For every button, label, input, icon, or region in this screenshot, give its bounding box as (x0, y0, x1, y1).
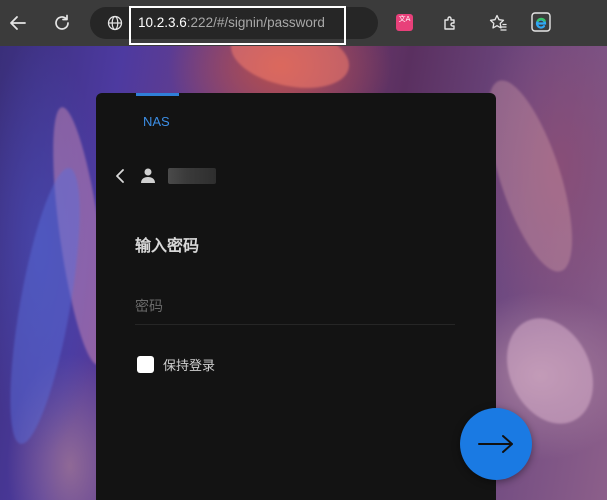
site-info-icon[interactable] (107, 15, 123, 31)
login-card: NAS 输入密码 保持登录 (96, 93, 496, 500)
url-text[interactable]: 10.2.3.6:222/#/signin/password (138, 15, 325, 31)
remember-me-checkbox[interactable]: 保持登录 (137, 355, 215, 374)
back-button[interactable] (4, 9, 32, 37)
edge-icon[interactable] (531, 12, 551, 32)
checkbox-box[interactable] (137, 356, 154, 373)
password-input[interactable] (135, 289, 455, 325)
extensions-button[interactable] (436, 9, 464, 37)
user-icon (141, 168, 155, 183)
page-title: 输入密码 (135, 236, 200, 255)
url-path: :222/#/signin/password (186, 15, 325, 30)
favorites-button[interactable] (484, 9, 512, 37)
chevron-left-icon[interactable] (115, 169, 125, 183)
browser-toolbar: 10.2.3.6:222/#/signin/password 文A (0, 0, 607, 46)
tab-nas[interactable]: NAS (143, 114, 170, 129)
translate-extension-icon[interactable]: 文A (396, 14, 413, 31)
extensions-icon (444, 16, 455, 30)
remember-me-label: 保持登录 (163, 359, 216, 374)
arrow-right-icon (478, 435, 513, 453)
refresh-button[interactable] (48, 9, 76, 37)
back-arrow-icon (10, 16, 26, 30)
username-redacted (168, 168, 216, 184)
refresh-icon (55, 14, 69, 30)
url-host: 10.2.3.6 (138, 15, 187, 30)
submit-button[interactable] (460, 408, 532, 480)
favorites-icon (489, 14, 507, 31)
tab-active-indicator (136, 93, 179, 96)
